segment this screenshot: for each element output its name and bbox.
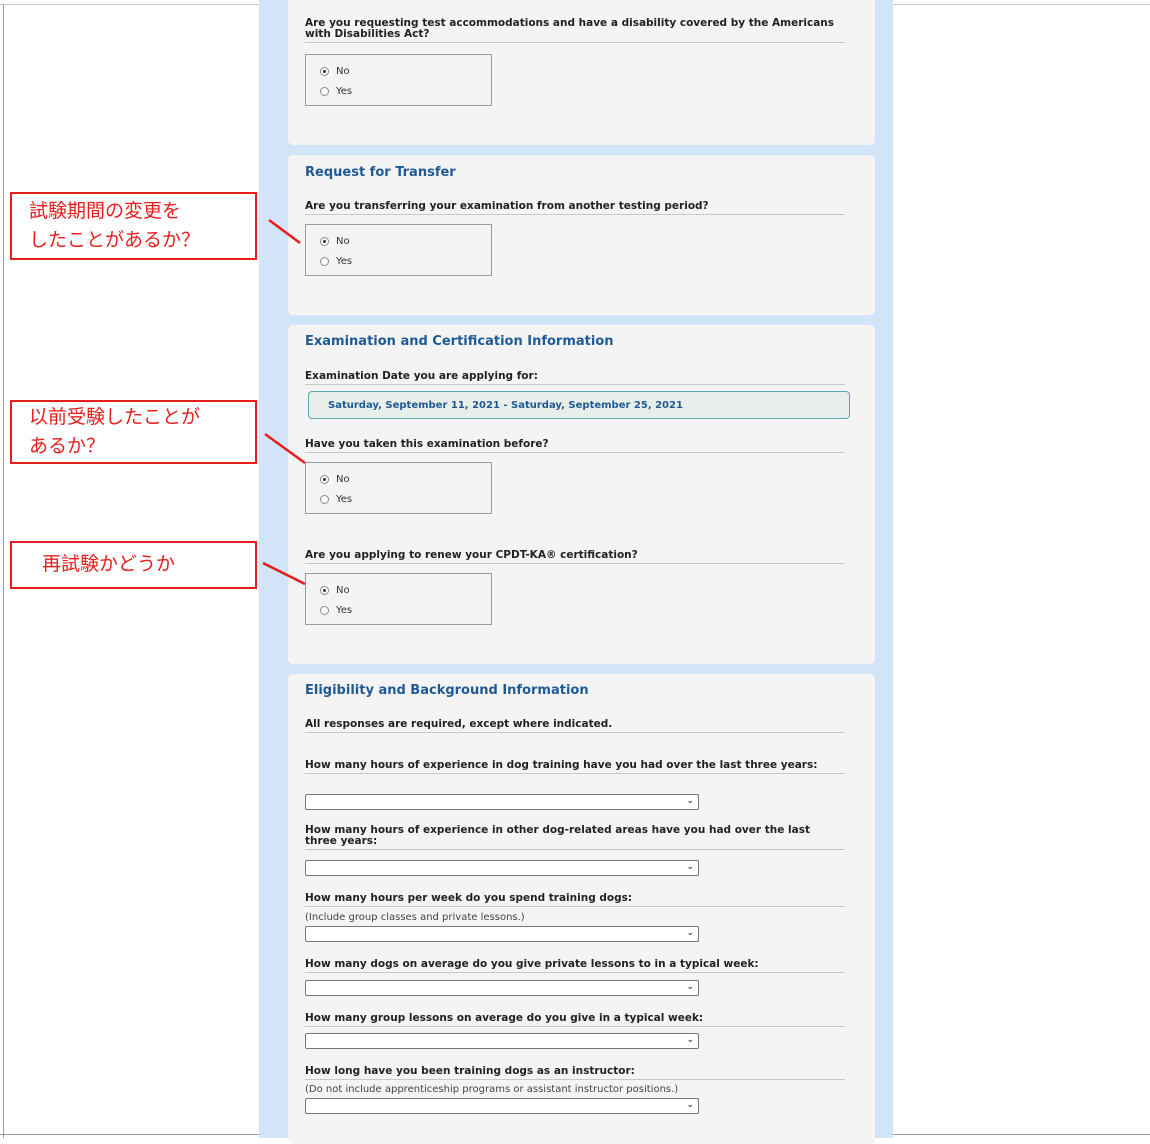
leader-line-taken-before <box>264 432 306 465</box>
callout-leader-lines <box>262 218 306 586</box>
leader-line-retest <box>262 561 306 586</box>
leader-line-transfer <box>268 218 301 245</box>
